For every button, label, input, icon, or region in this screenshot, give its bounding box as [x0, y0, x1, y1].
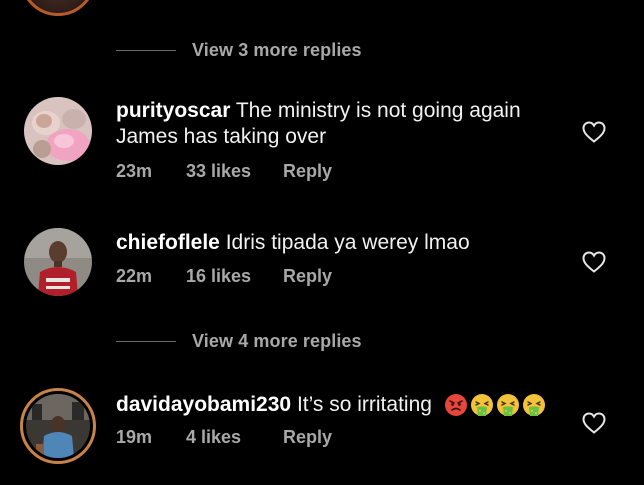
comment-meta-davidayobami230: 19m 4 likes Reply — [116, 427, 332, 448]
comment-body-line2: James has taking over — [116, 125, 327, 148]
comments-screen: View 3 more replies purityoscar The mini… — [0, 0, 644, 485]
reply-thread-line — [116, 50, 176, 51]
reply-thread-line — [116, 341, 176, 342]
view-more-replies-label: View 4 more replies — [192, 331, 362, 351]
reply-button[interactable]: Reply — [283, 266, 332, 287]
vomiting-face-emoji-icon — [496, 394, 519, 417]
reply-button[interactable]: Reply — [283, 427, 332, 448]
angry-face-emoji-icon — [444, 394, 467, 417]
avatar-davidayobami230[interactable] — [20, 388, 96, 464]
vomiting-face-emoji-icon — [522, 394, 545, 417]
baby-photo-avatar-icon — [24, 97, 92, 165]
reply-button[interactable]: Reply — [283, 161, 332, 182]
comment-text-chiefoflele: chiefoflele Idris tipada ya werey lmao — [116, 230, 470, 256]
comment-timestamp: 23m — [116, 161, 153, 181]
comment-body-line1: The ministry is not going again — [235, 99, 521, 122]
comment-timestamp: 19m — [116, 427, 153, 447]
story-ring-avatar-icon — [26, 394, 90, 458]
view-more-replies-button[interactable]: View 3 more replies — [116, 40, 362, 61]
man-red-shirt-avatar-icon — [24, 228, 92, 296]
comment-meta-chiefoflele: 22m 16 likes Reply — [116, 266, 332, 287]
username-davidayobami230[interactable]: davidayobami230 — [116, 393, 291, 416]
comment-body-line1: Idris tipada ya werey lmao — [225, 231, 470, 254]
comment-body-line1: It’s so irritating — [296, 393, 432, 416]
emoji-group — [444, 393, 546, 417]
likes-count-button[interactable]: 33 likes — [186, 161, 283, 182]
username-chiefoflele[interactable]: chiefoflele — [116, 231, 220, 254]
vomiting-face-emoji-icon — [470, 394, 493, 417]
username-purityoscar[interactable]: purityoscar — [116, 99, 230, 122]
previous-comment-avatar[interactable] — [20, 0, 96, 16]
heart-outline-icon[interactable] — [582, 121, 606, 143]
avatar-purityoscar[interactable] — [24, 97, 92, 165]
comment-text-davidayobami230: davidayobami230 It’s so irritating — [116, 392, 546, 418]
heart-outline-icon[interactable] — [582, 412, 606, 434]
comment-meta-purityoscar: 23m 33 likes Reply — [116, 161, 332, 182]
likes-count-button[interactable]: 4 likes — [186, 427, 283, 448]
heart-outline-icon[interactable] — [582, 251, 606, 273]
view-more-replies-label: View 3 more replies — [192, 40, 362, 60]
likes-count-button[interactable]: 16 likes — [186, 266, 283, 287]
comment-text-purityoscar: purityoscar The ministry is not going ag… — [116, 98, 521, 124]
avatar-chiefoflele[interactable] — [24, 228, 92, 296]
view-more-replies-button[interactable]: View 4 more replies — [116, 331, 362, 352]
comment-timestamp: 22m — [116, 266, 153, 286]
